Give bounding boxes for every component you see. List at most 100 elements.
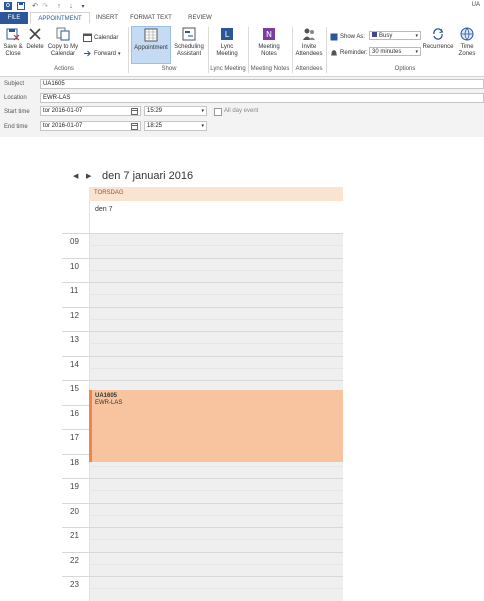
customize-icon[interactable]: ▾ (79, 2, 87, 10)
start-time-label: Start time (4, 109, 30, 115)
copy-to-my-calendar-button[interactable]: Copy to My Calendar (45, 27, 81, 58)
calendar-label: Calendar (94, 34, 119, 41)
hour-slot[interactable] (89, 504, 343, 528)
half-hour-divider (89, 515, 343, 516)
hour-slot[interactable] (89, 357, 343, 381)
calendar-picker-icon[interactable] (131, 108, 138, 115)
hour-slot[interactable] (89, 528, 343, 552)
reminder-control: Reminder: (330, 49, 368, 57)
show-as-control: Show As: (330, 33, 365, 41)
end-time-value: 18:25 (147, 123, 163, 129)
end-date-field[interactable]: tor 2016-01-07 (40, 121, 141, 131)
half-hour-divider (89, 368, 343, 369)
calendar-date-header: den 7 januari 2016 (102, 170, 194, 182)
meeting-notes-label: Meeting Notes (258, 44, 280, 57)
next-day-arrow-icon[interactable]: ▶ (86, 172, 91, 180)
previous-day-arrow-icon[interactable]: ◀ (73, 172, 78, 180)
down-arrow-icon[interactable]: ↓ (67, 2, 75, 10)
appointment-icon (144, 28, 158, 42)
reminder-label: Reminder: (340, 50, 368, 56)
attendees-group-label: Attendees (295, 66, 323, 72)
tab-format-text[interactable]: FORMAT TEXT (124, 12, 178, 24)
forward-icon (84, 50, 91, 57)
hour-slot[interactable] (89, 259, 343, 283)
half-hour-divider (89, 490, 343, 491)
end-time-label: End time (4, 124, 28, 130)
reminder-dropdown-icon: ▾ (415, 49, 418, 55)
save-close-button[interactable]: Save & Close (1, 27, 25, 58)
reminder-select[interactable]: 30 minutes ▾ (369, 47, 421, 56)
hour-label: 19 (70, 482, 79, 491)
all-day-label: All day event (224, 108, 259, 114)
up-arrow-icon[interactable]: ↑ (55, 2, 63, 10)
svg-text:L: L (225, 30, 230, 39)
window-title: UA (471, 2, 480, 8)
appointment-event[interactable]: UA1605 EWR-LAS (89, 390, 343, 462)
hour-slot[interactable] (89, 577, 343, 601)
scheduling-assistant-button[interactable]: Scheduling Assistant (172, 27, 206, 58)
show-as-dropdown-icon: ▾ (415, 33, 418, 39)
meeting-notes-button[interactable]: N Meeting Notes (252, 27, 286, 58)
all-day-area[interactable]: den 7 (89, 201, 343, 233)
lync-meeting-button[interactable]: L Lync Meeting (212, 27, 242, 58)
delete-button[interactable]: Delete (24, 27, 46, 51)
actions-group-label: Actions (54, 66, 74, 72)
hour-slot[interactable] (89, 234, 343, 258)
globe-icon (460, 27, 474, 41)
save-icon[interactable] (17, 2, 25, 10)
hour-slot[interactable] (89, 332, 343, 356)
day-name: TORSDAG (94, 190, 124, 196)
tab-review[interactable]: REVIEW (182, 12, 218, 24)
appointment-view-button[interactable]: Appointment (131, 26, 171, 64)
forward-button[interactable]: Forward ▾ (83, 49, 121, 58)
start-date-value: tor 2016-01-07 (43, 108, 83, 114)
end-time-field[interactable]: 18:25 ▾ (144, 121, 207, 131)
day-label: den 7 (95, 206, 113, 213)
hour-slot[interactable] (89, 308, 343, 332)
invite-attendees-button[interactable]: Invite Attendees (293, 27, 325, 58)
half-hour-divider (89, 539, 343, 540)
hour-slot[interactable] (89, 553, 343, 577)
busy-color-swatch (372, 32, 377, 37)
subject-field[interactable]: UA1605 (40, 79, 484, 89)
tab-file[interactable]: FILE (0, 12, 28, 24)
show-as-value: Busy (379, 33, 393, 39)
start-date-field[interactable]: tor 2016-01-07 (40, 106, 141, 116)
redo-icon[interactable]: ↷ (41, 2, 49, 10)
undo-icon[interactable]: ↶ (31, 2, 39, 10)
all-day-checkbox[interactable] (214, 108, 222, 116)
subject-label: Subject (4, 81, 25, 87)
show-as-select[interactable]: Busy ▾ (369, 31, 421, 40)
copy-to-my-calendar-label: Copy to My Calendar (47, 44, 79, 57)
hour-slot[interactable] (89, 479, 343, 503)
people-icon (303, 28, 315, 40)
hour-label: 12 (70, 311, 79, 320)
hour-label: 09 (70, 237, 79, 246)
calendar-icon (83, 33, 92, 42)
tab-insert[interactable]: INSERT (92, 12, 122, 24)
end-date-value: tor 2016-01-07 (43, 123, 83, 129)
hour-label: 10 (70, 262, 79, 271)
recurrence-button[interactable]: Recurrence (422, 27, 454, 51)
start-time-field[interactable]: 15:29 ▾ (144, 106, 207, 116)
hour-label: 18 (70, 458, 79, 467)
hour-label: 17 (70, 433, 79, 442)
location-field[interactable]: EWR-LAS (40, 93, 484, 103)
scheduling-assistant-label: Scheduling Assistant (174, 44, 204, 57)
scheduling-icon (182, 27, 196, 41)
half-hour-divider (89, 343, 343, 344)
calendar-picker-icon[interactable] (131, 123, 138, 130)
half-hour-divider (89, 319, 343, 320)
day-header: TORSDAG (89, 187, 343, 201)
end-time-dropdown-icon: ▾ (201, 123, 204, 129)
hour-slot[interactable] (89, 283, 343, 307)
lync-meeting-label: Lync Meeting (216, 44, 238, 57)
delete-label: Delete (26, 44, 44, 50)
forward-dropdown-icon[interactable]: ▾ (118, 51, 121, 57)
time-zones-button[interactable]: Time Zones (455, 27, 479, 58)
calendar-button[interactable]: Calendar (83, 33, 118, 42)
show-group-label: Show (161, 66, 177, 72)
delete-icon (29, 28, 41, 40)
reminder-value: 30 minutes (372, 49, 402, 55)
tab-appointment[interactable]: APPOINTMENT (30, 12, 90, 24)
